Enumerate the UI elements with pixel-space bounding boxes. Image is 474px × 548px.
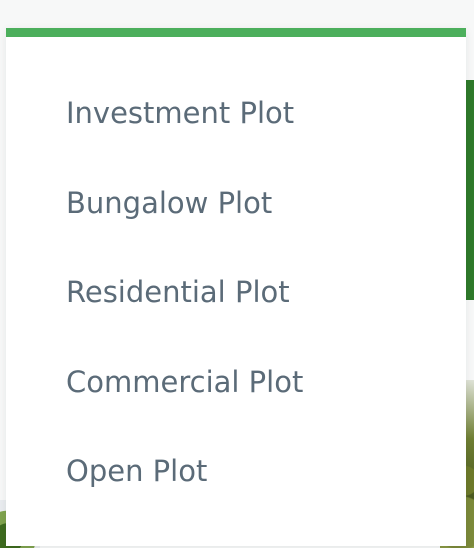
plot-type-dropdown-menu: Investment Plot Bungalow Plot Residentia… [6, 28, 466, 546]
menu-item-residential-plot[interactable]: Residential Plot [66, 275, 290, 309]
menu-item-open-plot[interactable]: Open Plot [66, 454, 207, 488]
menu-item-investment-plot[interactable]: Investment Plot [66, 96, 294, 130]
menu-item-bungalow-plot[interactable]: Bungalow Plot [66, 186, 272, 220]
menu-item-commercial-plot[interactable]: Commercial Plot [66, 365, 303, 399]
